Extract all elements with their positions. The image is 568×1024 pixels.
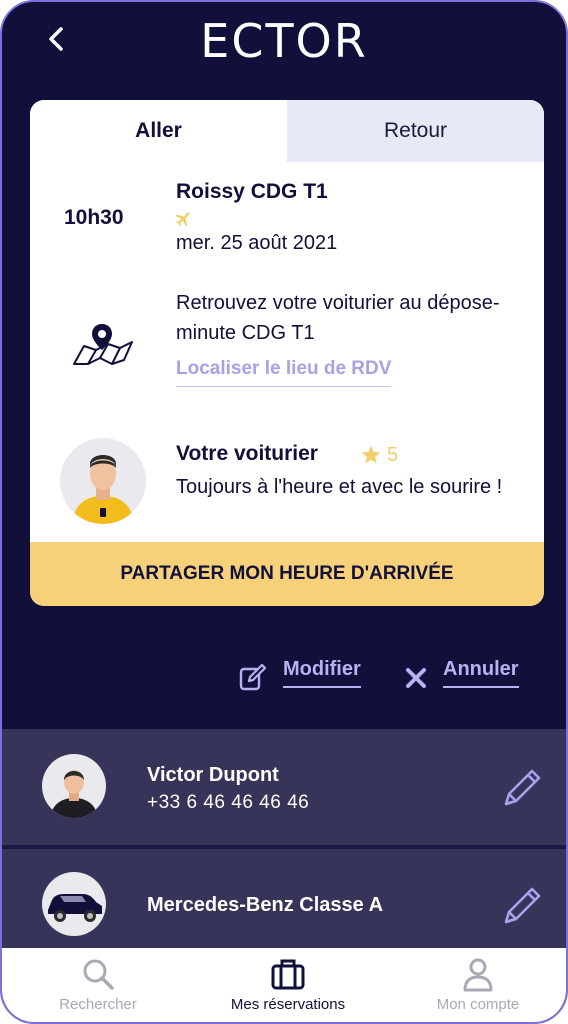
valet-rating: 5 (387, 444, 399, 466)
map-pin-icon (73, 324, 133, 365)
car-name: Mercedes-Benz Classe A (147, 894, 384, 916)
close-icon[interactable] (404, 666, 428, 690)
edit-icon[interactable] (238, 662, 268, 692)
driver-avatar (42, 754, 106, 818)
nav-search-label: Rechercher (59, 996, 137, 1013)
nav-reservations[interactable]: Mes réservations (208, 948, 368, 1022)
pencil-icon[interactable] (498, 764, 546, 812)
app-logo: ECTOR (200, 14, 368, 68)
header: ECTOR (2, 2, 566, 82)
user-icon (463, 958, 493, 992)
plane-icon (175, 212, 190, 227)
cancel-link[interactable]: Annuler (443, 658, 519, 688)
share-arrival-button[interactable]: PARTAGER MON HEURE D'ARRIVÉE (30, 542, 544, 606)
meeting-instructions: Retrouvez votre voiturier au dépose-minu… (176, 292, 500, 344)
tab-retour[interactable]: Retour (287, 100, 544, 162)
trip-tabs: Aller Retour (30, 100, 544, 162)
pencil-icon[interactable] (498, 882, 546, 930)
bottom-navigation: Rechercher Mes réservations Mon compte (2, 948, 566, 1022)
trip-time: 10h30 (64, 206, 124, 229)
driver-phone: +33 6 46 46 46 46 (147, 792, 310, 813)
valet-avatar (60, 438, 146, 524)
nav-search[interactable]: Rechercher (18, 948, 178, 1022)
driver-name: Victor Dupont (147, 764, 279, 786)
star-icon (361, 445, 381, 464)
app-screen: ECTOR Aller Retour 10h30 Roissy CDG T1 m… (0, 0, 568, 1024)
nav-reservations-label: Mes réservations (230, 996, 346, 1013)
tab-aller[interactable]: Aller (30, 100, 287, 162)
nav-account[interactable]: Mon compte (398, 948, 558, 1022)
suitcase-icon (271, 959, 305, 990)
modify-link[interactable]: Modifier (283, 658, 361, 688)
nav-account-label: Mon compte (436, 996, 520, 1013)
reservation-card: Aller Retour 10h30 Roissy CDG T1 mer. 25… (30, 100, 544, 606)
valet-description: Toujours à l'heure et avec le sourire ! (176, 476, 503, 498)
valet-title: Votre voiturier (176, 442, 318, 465)
search-icon (83, 959, 114, 990)
trip-destination: Roissy CDG T1 (176, 180, 328, 203)
car-avatar (42, 872, 106, 936)
trip-date: mer. 25 août 2021 (176, 232, 338, 254)
locate-meeting-link[interactable]: Localiser le lieu de RDV (176, 358, 392, 387)
